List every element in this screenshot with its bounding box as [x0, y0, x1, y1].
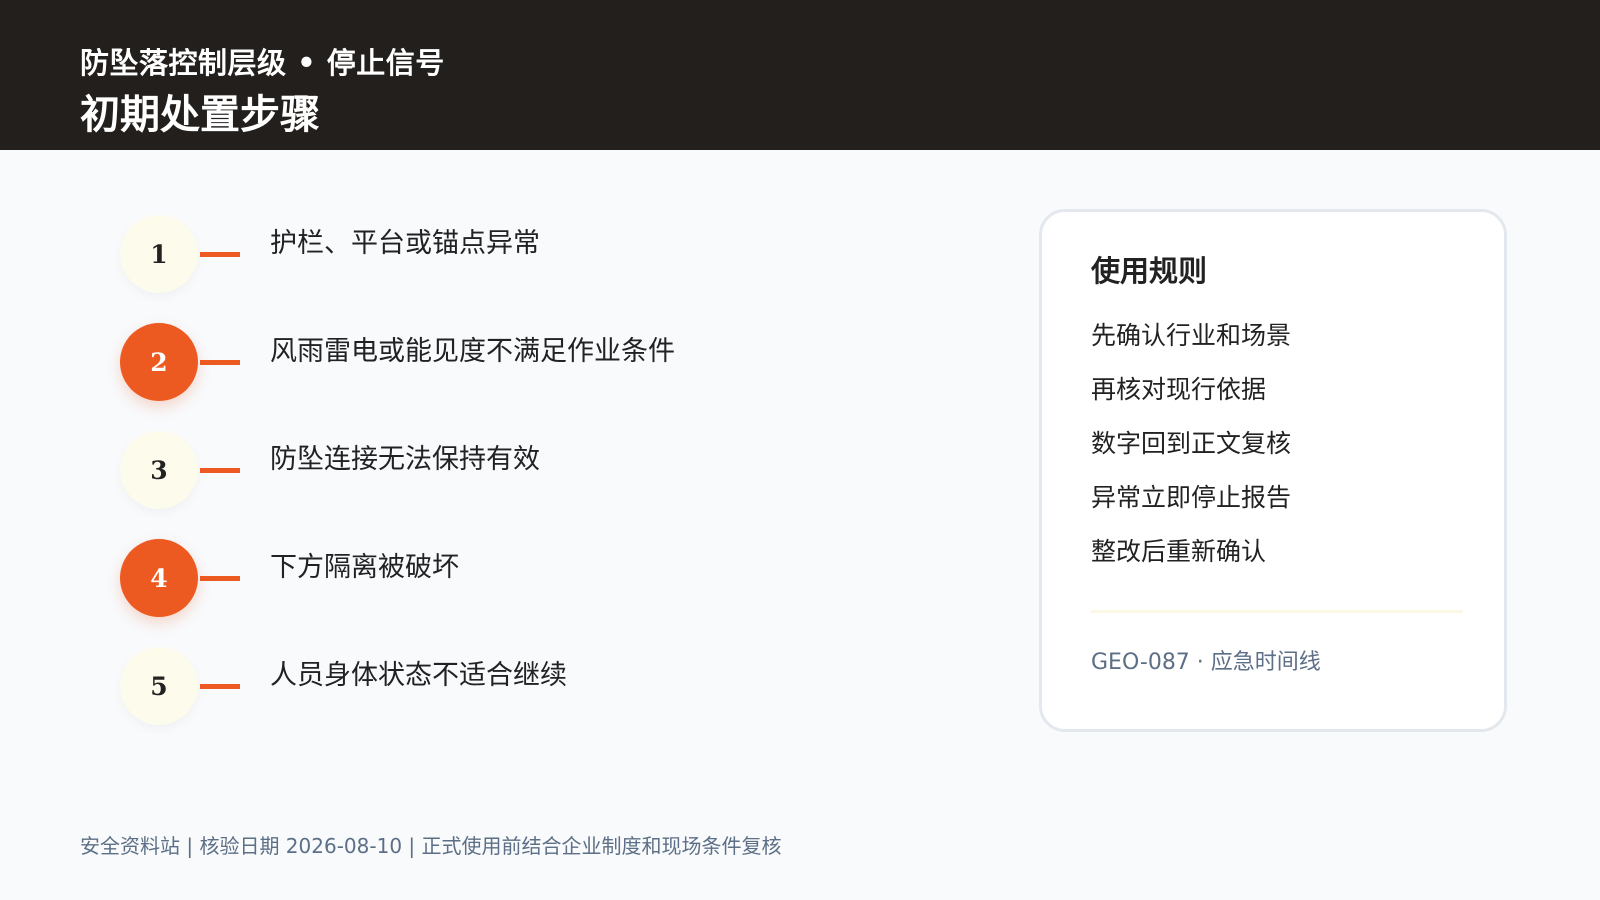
header-banner: 防坠落控制层级 • 停止信号 初期处置步骤	[0, 0, 1600, 150]
step-number-badge: 2	[120, 323, 198, 401]
step-label: 人员身体状态不适合继续	[270, 660, 567, 691]
rules-card: 使用规则 先确认行业和场景 再核对现行依据 数字回到正文复核 异常立即停止报告 …	[1039, 209, 1507, 732]
step-item-1: 1 护栏、平台或锚点异常	[120, 215, 820, 295]
rule-item: 数字回到正文复核	[1091, 429, 1292, 458]
step-label: 下方隔离被破坏	[270, 552, 459, 583]
step-number-badge: 1	[120, 215, 198, 293]
step-connector	[200, 576, 240, 581]
page-title: 初期处置步骤	[80, 92, 320, 138]
step-number-badge: 4	[120, 539, 198, 617]
card-divider	[1091, 610, 1463, 613]
step-connector	[200, 360, 240, 365]
step-connector	[200, 684, 240, 689]
step-connector	[200, 468, 240, 473]
step-number-badge: 3	[120, 431, 198, 509]
step-number-badge: 5	[120, 647, 198, 725]
step-item-3: 3 防坠连接无法保持有效	[120, 431, 820, 511]
rule-item: 先确认行业和场景	[1091, 321, 1292, 350]
step-item-2: 2 风雨雷电或能见度不满足作业条件	[120, 323, 820, 403]
header-subtitle: 防坠落控制层级 • 停止信号	[80, 46, 445, 80]
rule-item: 整改后重新确认	[1091, 537, 1267, 566]
step-label: 风雨雷电或能见度不满足作业条件	[270, 336, 675, 367]
step-connector	[200, 252, 240, 257]
step-label: 护栏、平台或锚点异常	[270, 228, 540, 259]
rule-item: 异常立即停止报告	[1091, 483, 1292, 512]
rules-card-title: 使用规则	[1091, 254, 1208, 288]
document-code: GEO-087 · 应急时间线	[1091, 650, 1321, 675]
footer-note: 安全资料站 | 核验日期 2026-08-10 | 正式使用前结合企业制度和现场…	[80, 834, 782, 858]
step-item-5: 5 人员身体状态不适合继续	[120, 647, 820, 727]
step-label: 防坠连接无法保持有效	[270, 444, 540, 475]
rule-item: 再核对现行依据	[1091, 375, 1267, 404]
step-item-4: 4 下方隔离被破坏	[120, 539, 820, 619]
